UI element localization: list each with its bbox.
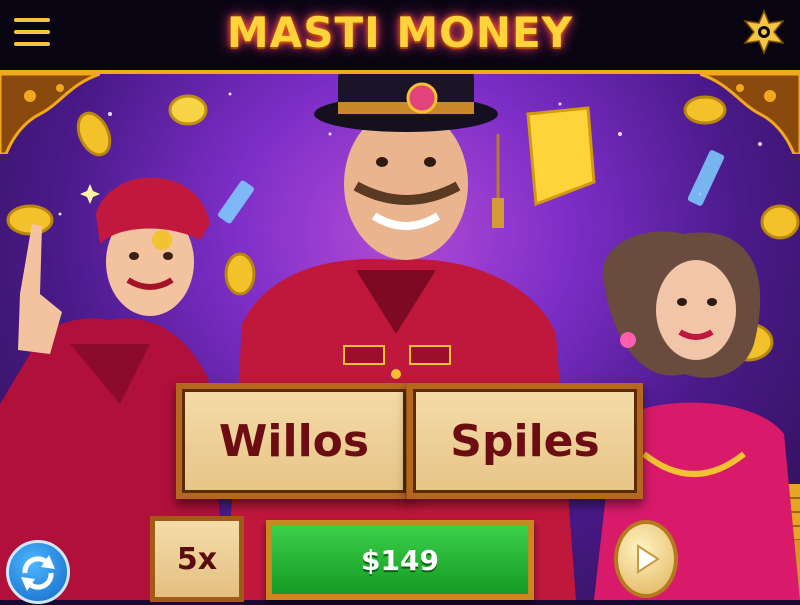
play-triangle-icon[interactable] [614,520,678,598]
ornate-frame-right [700,74,800,154]
ornate-frame-left [0,74,100,154]
multiplier-button[interactable]: 5x [150,516,244,602]
willos-label: Willos [218,415,370,467]
game-title: MASTI MONEY [226,8,574,57]
top-bar: MASTI MONEY [0,0,800,74]
refresh-arrows-icon[interactable] [6,540,70,604]
multiplier-label: 5x [176,541,218,577]
star-gear-icon[interactable] [740,8,788,56]
spiles-label: Spiles [450,415,600,467]
amount-button[interactable]: $149 [266,520,534,600]
spiles-button[interactable]: Spiles [407,383,643,499]
willos-button[interactable]: Willos [176,383,412,499]
amount-label: $149 [361,543,439,577]
